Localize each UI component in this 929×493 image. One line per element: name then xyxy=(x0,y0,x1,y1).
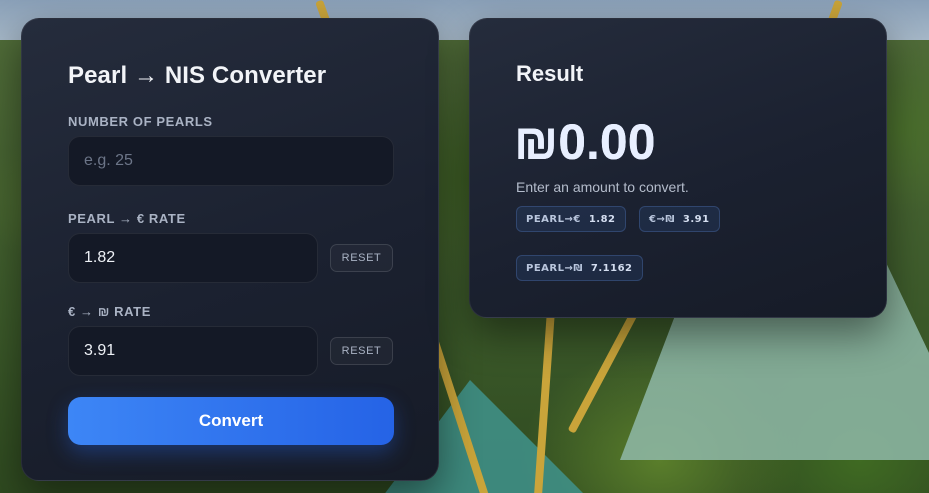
pearl-eur-rate-label: PEARL → € RATE xyxy=(68,211,186,226)
reset-eur-ils-button[interactable]: RESET xyxy=(330,337,393,365)
pearls-label: NUMBER OF PEARLS xyxy=(68,114,213,129)
converter-card: Pearl → NIS Converter NUMBER OF PEARLS P… xyxy=(21,18,439,481)
convert-button[interactable]: Convert xyxy=(68,397,394,445)
pearls-input[interactable] xyxy=(68,136,394,186)
eur-ils-rate-input[interactable] xyxy=(68,326,318,376)
converter-title: Pearl → NIS Converter xyxy=(68,62,327,89)
result-title: Result xyxy=(516,61,584,86)
eur-ils-rate-label: € → ₪ RATE xyxy=(68,304,151,319)
pill-label: PEARL→€ xyxy=(526,213,581,225)
pill-value: 7.1162 xyxy=(590,262,633,274)
pearl-eur-rate-input[interactable] xyxy=(68,233,318,283)
pill-label: PEARL→₪ xyxy=(526,262,583,274)
rate-pill-pearl-eur: PEARL→€ 1.82 xyxy=(516,206,626,232)
result-amount: ₪0.00 xyxy=(514,114,656,170)
rate-pill-pearl-ils: PEARL→₪ 7.1162 xyxy=(516,255,643,281)
result-hint: Enter an amount to convert. xyxy=(516,179,689,195)
pill-value: 3.91 xyxy=(682,213,710,225)
pill-value: 1.82 xyxy=(588,213,616,225)
result-card: Result ₪0.00 Enter an amount to convert.… xyxy=(469,18,887,318)
pill-label: €→₪ xyxy=(649,213,675,225)
reset-pearl-eur-button[interactable]: RESET xyxy=(330,244,393,272)
rate-pill-eur-ils: €→₪ 3.91 xyxy=(639,206,720,232)
